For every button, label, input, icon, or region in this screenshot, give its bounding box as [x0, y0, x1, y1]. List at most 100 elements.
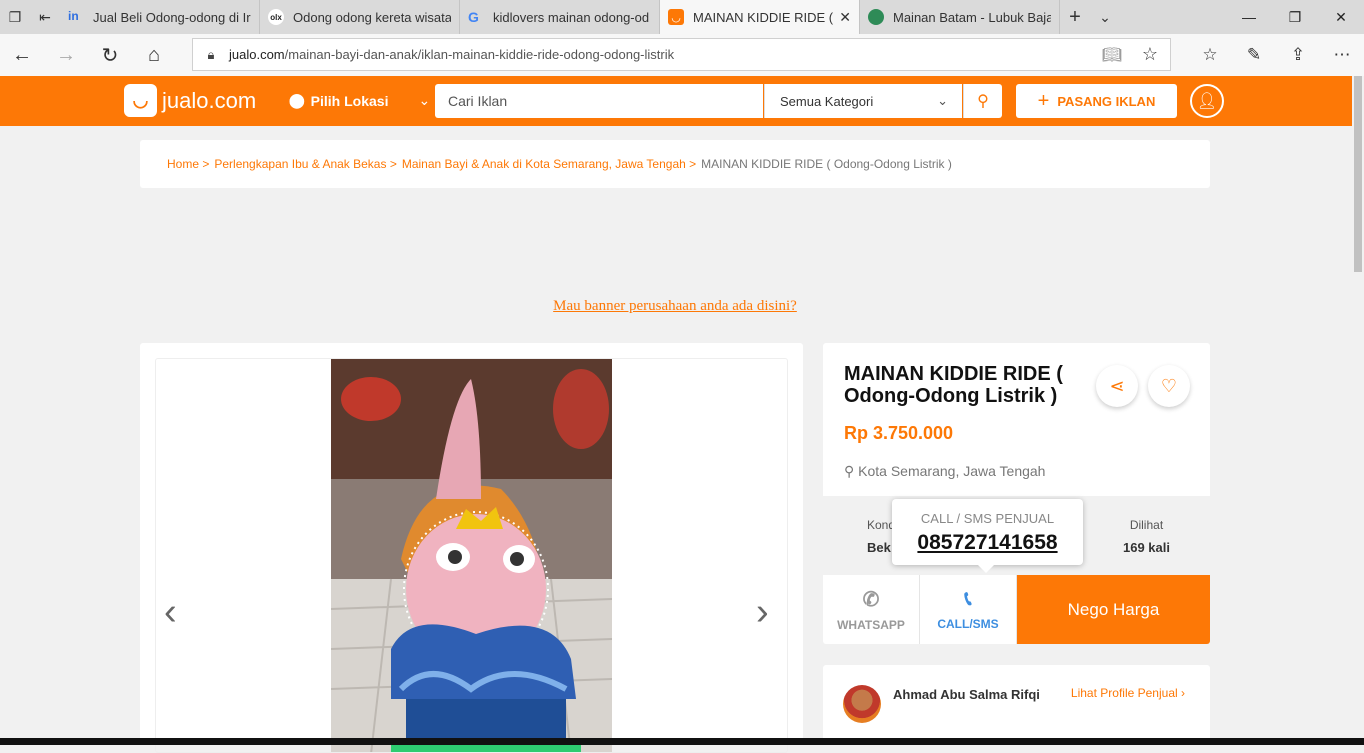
share-icon[interactable]: ⇪	[1276, 34, 1320, 76]
tab-list-chevron-icon[interactable]: ⌄	[1090, 0, 1120, 34]
listing-title: MAINAN KIDDIE RIDE ( Odong-Odong Listrik…	[844, 363, 1063, 407]
url-domain: jualo.com	[229, 47, 285, 62]
restore-icon[interactable]: ❐	[1272, 0, 1318, 34]
browser-tab-2[interactable]: olx Odong odong kereta wisata	[260, 0, 460, 34]
gallery-next-arrow-icon[interactable]: ›	[756, 591, 769, 634]
breadcrumb-category[interactable]: Perlengkapan Ibu & Anak Bekas >	[214, 157, 396, 171]
site-header: ◡ jualo.com ⬤ Pilih Lokasi ⌄ Cari Iklan …	[0, 76, 1352, 126]
close-tab-icon[interactable]: ✕	[839, 9, 851, 26]
reading-view-icon[interactable]: 📖︎	[1102, 45, 1122, 65]
location-text: Kota Semarang, Jawa Tengah	[858, 463, 1046, 479]
user-account-icon[interactable]: 👤︎	[1190, 84, 1224, 118]
browser-tab-4-active[interactable]: ◡ MAINAN KIDDIE RIDE ( ✕	[660, 0, 860, 34]
browser-nav-bar: ← → ↻ ⌂ 🔒︎ jualo.com /mainan-bayi-dan-an…	[0, 34, 1364, 76]
whatsapp-icon: ✆	[862, 589, 880, 611]
tab-title: Mainan Batam - Lubuk Baja	[893, 9, 1051, 25]
browser-toolbar-right: ☆ ✎ ⇪ ⋯	[1188, 34, 1364, 76]
web-note-pen-icon[interactable]: ✎	[1232, 34, 1276, 76]
jualbeli-favicon-icon: in	[68, 9, 79, 23]
address-bar[interactable]: 🔒︎ jualo.com /mainan-bayi-dan-anak/iklan…	[192, 38, 1171, 71]
logo-text: jualo.com	[162, 87, 257, 113]
close-window-icon[interactable]: ✕	[1318, 0, 1364, 34]
banner-ad-link[interactable]: Mau banner perusahaan anda ada disini?	[0, 298, 1350, 315]
seller-name: Ahmad Abu Salma Rifqi	[893, 687, 1040, 702]
seller-avatar[interactable]	[843, 685, 881, 723]
home-icon[interactable]: ⌂	[132, 34, 176, 76]
gallery-frame: ‹ ›	[155, 358, 788, 753]
olx-favicon-icon: olx	[268, 9, 284, 25]
favorite-star-icon[interactable]: ☆	[1142, 44, 1158, 65]
new-tab-icon[interactable]: +	[1060, 0, 1090, 34]
listing-location: ⚲ Kota Semarang, Jawa Tengah	[844, 463, 1045, 480]
breadcrumb-home[interactable]: Home >	[167, 157, 209, 171]
heart-icon: ♡	[1160, 375, 1178, 396]
plus-icon: +	[1037, 89, 1050, 112]
breadcrumb-current: MAINAN KIDDIE RIDE ( Odong-Odong Listrik…	[701, 157, 952, 171]
frog-favicon-icon	[868, 9, 884, 25]
popup-label: CALL / SMS PENJUAL	[920, 511, 1055, 526]
favorites-hub-icon[interactable]: ☆	[1188, 34, 1232, 76]
banner-ad-text[interactable]: Mau banner perusahaan anda ada disini?	[553, 298, 797, 314]
back-arrow-icon[interactable]: ←	[0, 34, 44, 76]
set-aside-tabs-icon[interactable]: ⇤	[30, 0, 60, 34]
product-photo	[331, 359, 612, 752]
condition-label: Kond	[867, 518, 896, 532]
chevron-down-icon: ⌄	[418, 92, 431, 108]
jualo-logo[interactable]: ◡ jualo.com	[124, 84, 256, 117]
views-value: 169 kali	[1123, 540, 1170, 555]
tab-actions-icon[interactable]: ❐	[0, 0, 30, 34]
seller-card: Ahmad Abu Salma Rifqi Lihat Profile Penj…	[823, 665, 1210, 745]
seller-phone-number[interactable]: 085727141658	[892, 531, 1083, 555]
category-label: Semua Kategori	[780, 93, 874, 109]
window-controls: — ❐ ✕	[1226, 0, 1364, 34]
vertical-scrollbar[interactable]	[1352, 76, 1364, 745]
google-favicon-icon: G	[468, 9, 479, 25]
taskbar-strip	[0, 738, 1364, 745]
map-pin-icon: ⬤	[289, 92, 305, 108]
whatsapp-label: WHATSAPP	[837, 618, 905, 632]
call-sms-label: CALL/SMS	[937, 617, 999, 631]
refresh-icon[interactable]: ↻	[88, 34, 132, 76]
phone-icon: 📞︎	[964, 588, 972, 610]
category-select[interactable]: Semua Kategori ⌄	[764, 84, 962, 118]
search-button[interactable]: ⚲	[963, 84, 1002, 118]
whatsapp-button[interactable]: ✆ WHATSAPP	[823, 575, 920, 644]
location-label: Pilih Lokasi	[310, 92, 389, 109]
views-stat: Dilihat 169 kali	[1123, 518, 1170, 555]
breadcrumb-subcategory[interactable]: Mainan Bayi & Anak di Kota Semarang, Jaw…	[402, 157, 696, 171]
gallery-prev-arrow-icon[interactable]: ‹	[164, 591, 177, 634]
listing-price: Rp 3.750.000	[844, 423, 954, 443]
share-button[interactable]: ⋖	[1096, 365, 1138, 407]
tab-title: Odong odong kereta wisata	[293, 9, 451, 25]
post-ad-label: PASANG IKLAN	[1057, 93, 1156, 109]
share-icon: ⋖	[1109, 375, 1125, 396]
tab-title: MAINAN KIDDIE RIDE (	[693, 9, 834, 25]
url-path: /mainan-bayi-dan-anak/iklan-mainan-kiddi…	[284, 47, 675, 62]
browser-tab-3[interactable]: G kidlovers mainan odong-od	[460, 0, 660, 34]
listing-details-card: MAINAN KIDDIE RIDE ( Odong-Odong Listrik…	[823, 343, 1210, 644]
favorite-button[interactable]: ♡	[1148, 365, 1190, 407]
post-ad-button[interactable]: + PASANG IKLAN	[1016, 84, 1177, 118]
condition-value: Bek	[867, 540, 891, 555]
call-sms-button[interactable]: 📞︎ CALL/SMS	[920, 575, 1017, 644]
view-seller-profile-link[interactable]: Lihat Profile Penjual ›	[1071, 686, 1185, 700]
tab-title: Jual Beli Odong-odong di Ir	[93, 9, 251, 25]
browser-tab-5[interactable]: Mainan Batam - Lubuk Baja	[860, 0, 1060, 34]
search-input[interactable]: Cari Iklan	[435, 84, 763, 118]
minimize-icon[interactable]: —	[1226, 0, 1272, 34]
forward-arrow-icon[interactable]: →	[44, 34, 88, 76]
contact-actions: ✆ WHATSAPP 📞︎ CALL/SMS Nego Harga	[823, 575, 1210, 644]
location-picker[interactable]: ⬤ Pilih Lokasi ⌄	[289, 92, 430, 109]
chevron-down-icon: ⌄	[937, 93, 948, 108]
search-placeholder: Cari Iklan	[448, 93, 508, 109]
scrollbar-thumb[interactable]	[1354, 76, 1362, 272]
popup-tip	[977, 564, 995, 573]
lock-icon: 🔒︎	[207, 46, 215, 62]
jualo-smile-icon: ◡	[124, 84, 157, 117]
more-menu-icon[interactable]: ⋯	[1320, 34, 1364, 76]
browser-tab-bar: ❐ ⇤ in Jual Beli Odong-odong di Ir olx O…	[0, 0, 1364, 34]
browser-tab-1[interactable]: in Jual Beli Odong-odong di Ir	[60, 0, 260, 34]
nego-harga-button[interactable]: Nego Harga	[1017, 575, 1210, 644]
tab-title: kidlovers mainan odong-od	[493, 9, 650, 25]
search-icon: ⚲	[977, 93, 989, 110]
